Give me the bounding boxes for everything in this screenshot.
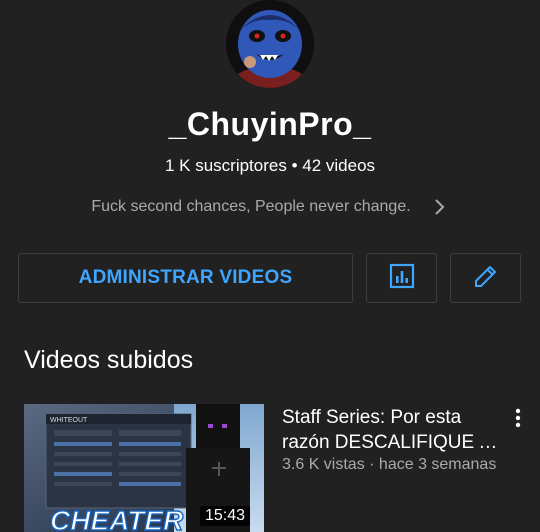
avatar-image [226, 0, 314, 88]
chevron-right-icon[interactable] [429, 197, 449, 217]
video-meta: 3.6 K vistas · hace 3 semanas [282, 456, 497, 473]
channel-description: Fuck second chances, People never change… [91, 198, 411, 215]
edit-channel-button[interactable] [450, 253, 521, 303]
uploads-section-title: Videos subidos [24, 346, 194, 374]
video-duration: 15:43 [199, 506, 250, 526]
manage-videos-button[interactable]: ADMINISTRAR VIDEOS [18, 253, 353, 303]
channel-avatar[interactable] [226, 0, 314, 88]
analytics-button[interactable] [366, 253, 437, 303]
video-thumbnail[interactable]: WHITEOUT CHEATER 15:43 [24, 404, 264, 532]
channel-description-row[interactable]: Fuck second chances, People never change… [0, 197, 540, 217]
bar-chart-icon [388, 262, 416, 295]
pencil-icon [471, 261, 501, 296]
more-vert-icon[interactable] [511, 407, 525, 429]
thumbnail-text-cheater: CHEATER [50, 505, 184, 532]
channel-name: _ChuyinPro_ [168, 106, 372, 142]
thumbnail-text-whiteout: WHITEOUT [50, 417, 88, 424]
channel-stats: 1 K suscriptores • 42 videos [164, 156, 376, 175]
manage-videos-label: ADMINISTRAR VIDEOS [78, 267, 293, 288]
video-title[interactable]: Staff Series: Por esta razón DESCALIFIQU… [282, 405, 504, 455]
